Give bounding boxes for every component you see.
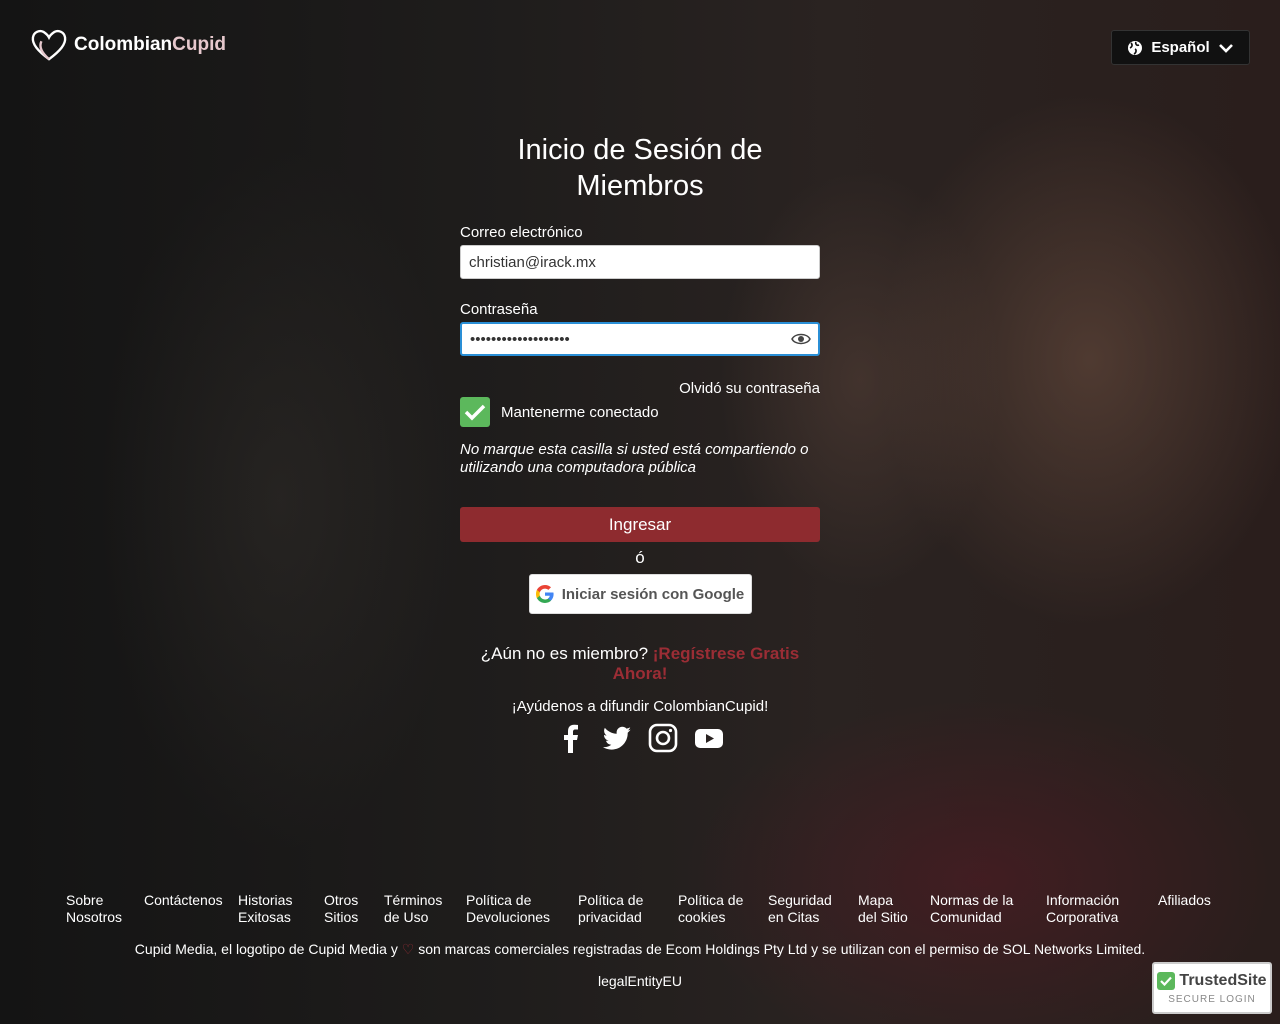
footer-link[interactable]: Historias Exitosas bbox=[238, 892, 304, 926]
chevron-down-icon bbox=[1218, 43, 1233, 53]
language-selector[interactable]: Español bbox=[1111, 30, 1250, 65]
forgot-password-link[interactable]: Olvidó su contraseña bbox=[460, 380, 820, 397]
instagram-link[interactable] bbox=[648, 723, 678, 753]
trustedsite-title: TrustedSite bbox=[1179, 971, 1267, 989]
social-links bbox=[460, 723, 820, 753]
heart-logo-icon bbox=[31, 29, 67, 61]
footer-link[interactable]: Política de cookies bbox=[678, 892, 748, 926]
public-computer-hint: No marque esta casilla si usted está com… bbox=[460, 441, 809, 476]
footer-link[interactable]: Normas de la Comunidad bbox=[930, 892, 1026, 926]
footer-link[interactable]: Términos de Uso bbox=[384, 892, 446, 926]
footer-link[interactable]: Afiliados bbox=[1158, 892, 1214, 926]
checkmark-icon bbox=[464, 404, 486, 421]
show-password-eye-icon[interactable] bbox=[791, 331, 811, 347]
footer-link[interactable]: Política de privacidad bbox=[578, 892, 658, 926]
legal-text-before: Cupid Media, el logotipo de Cupid Media … bbox=[134, 941, 398, 957]
google-signin-button[interactable]: Iniciar sesión con Google bbox=[528, 574, 752, 614]
trustedsite-subtitle: SECURE LOGIN bbox=[1168, 993, 1256, 1005]
legal-notice: Cupid Media, el logotipo de Cupid Media … bbox=[0, 941, 1280, 958]
check-icon bbox=[1157, 971, 1176, 990]
register-prompt: ¿Aún no es miembro? ¡Regístrese Gratis A… bbox=[470, 644, 810, 684]
footer-link[interactable]: Seguridad en Citas bbox=[768, 892, 838, 926]
google-signin-label: Iniciar sesión con Google bbox=[561, 585, 745, 603]
site-logo[interactable]: ColombianCupid bbox=[30, 28, 226, 62]
keep-logged-in-label[interactable]: Mantenerme conectado bbox=[501, 404, 659, 421]
email-label: Correo electrónico bbox=[460, 224, 583, 241]
login-form: Inicio de Sesión de Miembros Correo elec… bbox=[460, 132, 820, 753]
spread-the-word: ¡Ayúdenos a difundir ColombianCupid! bbox=[511, 698, 769, 715]
legal-entity-link[interactable]: legalEntityEU bbox=[0, 973, 1280, 989]
facebook-link[interactable] bbox=[556, 723, 586, 753]
heart-icon: ♡ bbox=[401, 941, 415, 957]
language-label: Español bbox=[1151, 39, 1210, 56]
footer-link[interactable]: Otros Sitios bbox=[324, 892, 364, 926]
brand-name-first: Colombian bbox=[74, 34, 173, 55]
footer-link[interactable]: Información Corporativa bbox=[1046, 892, 1138, 926]
footer-link[interactable]: Mapa del Sitio bbox=[858, 892, 910, 926]
twitter-icon bbox=[602, 726, 631, 750]
footer-link[interactable]: Contáctenos bbox=[144, 892, 223, 926]
facebook-icon bbox=[564, 724, 578, 753]
footer-link[interactable]: Política de Devoluciones bbox=[466, 892, 558, 926]
brand-name-second: Cupid bbox=[172, 34, 226, 55]
twitter-link[interactable] bbox=[602, 723, 632, 753]
google-icon bbox=[535, 585, 554, 603]
page-title: Inicio de Sesión de Miembros bbox=[517, 134, 763, 202]
password-field[interactable]: ••••••••••••••••••• bbox=[460, 322, 820, 356]
globe-icon bbox=[1128, 40, 1143, 55]
trustedsite-badge[interactable]: TrustedSite SECURE LOGIN bbox=[1152, 962, 1272, 1014]
keep-logged-in-checkbox[interactable] bbox=[460, 397, 490, 427]
footer-nav: Sobre Nosotros Contáctenos Historias Exi… bbox=[0, 892, 1280, 926]
instagram-icon bbox=[648, 723, 678, 753]
password-label: Contraseña bbox=[460, 301, 538, 318]
login-button[interactable]: Ingresar bbox=[460, 507, 820, 542]
youtube-link[interactable] bbox=[694, 723, 724, 753]
or-separator: ó bbox=[635, 548, 645, 567]
email-field[interactable]: christian@irack.mx bbox=[460, 245, 820, 279]
member-question: ¿Aún no es miembro? bbox=[480, 644, 649, 663]
youtube-icon bbox=[695, 729, 723, 748]
legal-text-after: son marcas comerciales registradas de Ec… bbox=[418, 941, 1146, 957]
footer-link[interactable]: Sobre Nosotros bbox=[66, 892, 124, 926]
